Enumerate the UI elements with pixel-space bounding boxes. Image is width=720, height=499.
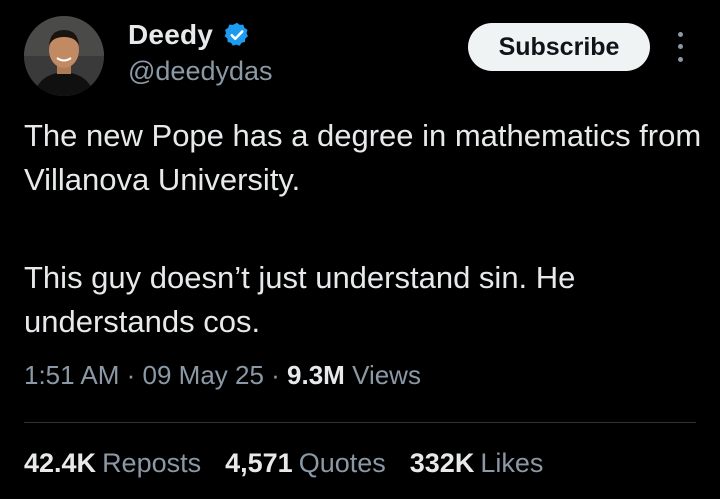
verified-badge-icon xyxy=(223,21,251,49)
author-name-row: Deedy xyxy=(128,16,251,54)
author-handle[interactable]: @deedydas xyxy=(128,56,273,87)
tweet-text-paragraph-2: This guy doesn’t just understand sin. He… xyxy=(24,260,576,339)
dot xyxy=(677,44,683,50)
views-count: 9.3M xyxy=(287,360,345,390)
reposts-label: Reposts xyxy=(102,448,202,478)
likes-label: Likes xyxy=(480,448,544,478)
quotes-count: 4,571 xyxy=(225,448,293,478)
likes-stat[interactable]: 332K Likes xyxy=(410,448,544,479)
avatar[interactable] xyxy=(24,16,104,96)
subscribe-button[interactable]: Subscribe xyxy=(468,23,650,71)
author-display-name[interactable]: Deedy xyxy=(128,19,213,51)
quotes-stat[interactable]: 4,571 Quotes xyxy=(225,448,386,479)
meta-separator: · xyxy=(263,360,288,390)
tweet-meta: 1:51 AM · 09 May 25 · 9.3M Views xyxy=(24,360,421,391)
tweet-text-paragraph-1: The new Pope has a degree in mathematics… xyxy=(24,118,702,197)
divider xyxy=(24,422,696,423)
tweet-time[interactable]: 1:51 AM xyxy=(24,360,119,390)
reposts-count: 42.4K xyxy=(24,448,97,478)
meta-separator: · xyxy=(119,360,143,390)
dot xyxy=(677,57,683,63)
engagement-stats: 42.4K Reposts 4,571 Quotes 332K Likes xyxy=(24,448,543,479)
tweet-card: Deedy @deedydas Subscribe The new Pope h… xyxy=(0,0,720,499)
views-label: Views xyxy=(344,360,421,390)
tweet-date[interactable]: 09 May 25 xyxy=(143,360,264,390)
dot xyxy=(677,31,683,37)
quotes-label: Quotes xyxy=(298,448,386,478)
reposts-stat[interactable]: 42.4K Reposts xyxy=(24,448,201,479)
likes-count: 332K xyxy=(409,448,475,478)
more-vertical-icon[interactable] xyxy=(672,28,688,66)
